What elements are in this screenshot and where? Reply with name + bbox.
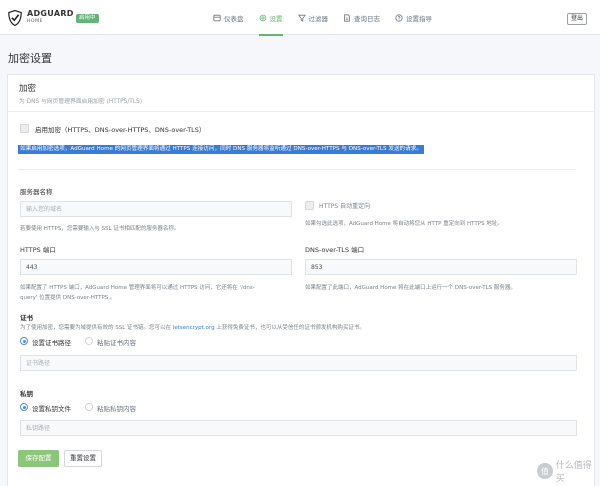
private-key-label: 私钥 (20, 390, 33, 398)
page-title: 加密设置 (8, 52, 52, 65)
card-header: 加密 为 DNS 与网页管理界面启用加密 (HTTPS/TLS) (8, 75, 594, 112)
nav-query-log-label: 查询日志 (354, 15, 380, 23)
watermark-text: 什么值得买 (555, 461, 592, 484)
certificate-hint: 为了使用加密，您需要为域提供有效的 SSL 证书链。您可以在 letsencry… (20, 323, 365, 331)
dot-port-hint: 如果配置了此端口，AdGuard Home 将在此端口上运行一个 DNS-ove… (305, 285, 516, 291)
https-redirect-hint: 如果勾选此选项，AdGuard Home 将自动将您从 HTTP 重定向到 HT… (305, 221, 503, 227)
nav-dashboard[interactable]: 仪表盘 (213, 13, 244, 23)
card-subtitle: 为 DNS 与网页管理界面启用加密 (HTTPS/TLS) (19, 99, 143, 105)
private-key-path-input[interactable]: 私钥路径 (20, 420, 577, 436)
dot-port-input[interactable]: 853 (305, 259, 577, 275)
logo-subtitle: HOME (27, 19, 44, 24)
reset-settings-button[interactable]: 重置设置 (64, 450, 102, 467)
https-port-hint-line2: query' 位置提供 DNS-over-HTTPS 。 (20, 295, 116, 301)
nav-setup-guide-label: 设置指导 (406, 15, 432, 23)
nav-dashboard-label: 仪表盘 (224, 15, 244, 23)
server-name-label: 服务器名称 (20, 188, 53, 196)
private-key-paste-radio[interactable] (85, 403, 93, 411)
nav-setup-guide[interactable]: 设置指导 (395, 13, 432, 23)
https-port-hint-line1: 如果配置了 HTTPS 端口，AdGuard Home 管理界面将可以通过 HT… (20, 285, 255, 291)
shield-check-icon (8, 10, 22, 26)
logout-button[interactable]: 登出 (567, 13, 588, 25)
card-title: 加密 (19, 84, 37, 94)
certificate-path-radio[interactable] (20, 337, 28, 345)
status-badge: 启用中 (76, 14, 99, 23)
enable-encryption-checkbox[interactable] (20, 124, 29, 133)
help-circle-icon (395, 14, 403, 22)
server-name-input[interactable]: 输入您的域名 (20, 201, 292, 217)
logo-name: ADGUARD (27, 9, 74, 18)
save-config-button[interactable]: 保存配置 (18, 450, 59, 467)
certificate-label: 证书 (20, 314, 33, 322)
https-port-input[interactable]: 443 (20, 259, 292, 275)
nav-filters[interactable]: 过滤器 (297, 13, 329, 23)
nav-filters-label: 过滤器 (308, 15, 329, 23)
certificate-path-option-label: 设置证书路径 (32, 339, 71, 347)
https-redirect-label: HTTPS 自动重定向 (319, 203, 371, 210)
letsencrypt-link[interactable]: letsencrypt.org (173, 325, 215, 331)
dot-port-label: DNS-over-TLS 端口 (305, 246, 365, 254)
enable-encryption-label: 启用加密（HTTPS、DNS-over-HTTPS、DNS-over-TLS） (35, 126, 206, 134)
watermark-badge: 值 (537, 463, 553, 479)
nav-settings[interactable]: 设置 (258, 13, 283, 36)
watermark: 值 什么值得买 (537, 458, 600, 484)
private-key-path-option-label: 设置私钥文件 (32, 405, 71, 413)
nav-settings-label: 设置 (269, 15, 283, 23)
section-divider (18, 169, 576, 170)
https-port-label: HTTPS 端口 (20, 246, 56, 254)
enable-encryption-description: 如果启用加密选项，AdGuard Home 的网页管理界面将通过 HTTPS 连… (18, 145, 424, 154)
settings-gear-icon (259, 14, 266, 22)
adguard-logo[interactable]: ADGUARD HOME (8, 9, 74, 27)
main-nav: 仪表盘 设置 过滤器 查询日志 设置指导 (213, 13, 447, 36)
document-icon (344, 14, 350, 22)
certificate-paste-option-label: 粘贴证书内容 (97, 339, 136, 347)
dashboard-icon (213, 14, 221, 22)
certificate-path-input[interactable]: 证书路径 (20, 355, 577, 371)
certificate-paste-radio[interactable] (85, 337, 93, 345)
private-key-paste-option-label: 粘贴私钥内容 (97, 405, 136, 413)
server-name-hint: 若要使用 HTTPS，您需要输入与 SSL 证书相匹配的服务器名称。 (20, 226, 180, 232)
certificate-hint-pre: 为了使用加密，您需要为域提供有效的 SSL 证书链。您可以在 (20, 325, 172, 331)
filter-funnel-icon (297, 14, 306, 22)
certificate-hint-post: 上获得免费证书，也可以从受信任的证书颁发机构购买证书。 (216, 325, 365, 331)
private-key-path-radio[interactable] (20, 403, 28, 411)
top-navbar: ADGUARD HOME 启用中 仪表盘 设置 过滤器 查询日志 设置指导 登出 (0, 0, 600, 36)
https-redirect-checkbox[interactable] (305, 201, 314, 210)
nav-query-log[interactable]: 查询日志 (343, 13, 380, 23)
